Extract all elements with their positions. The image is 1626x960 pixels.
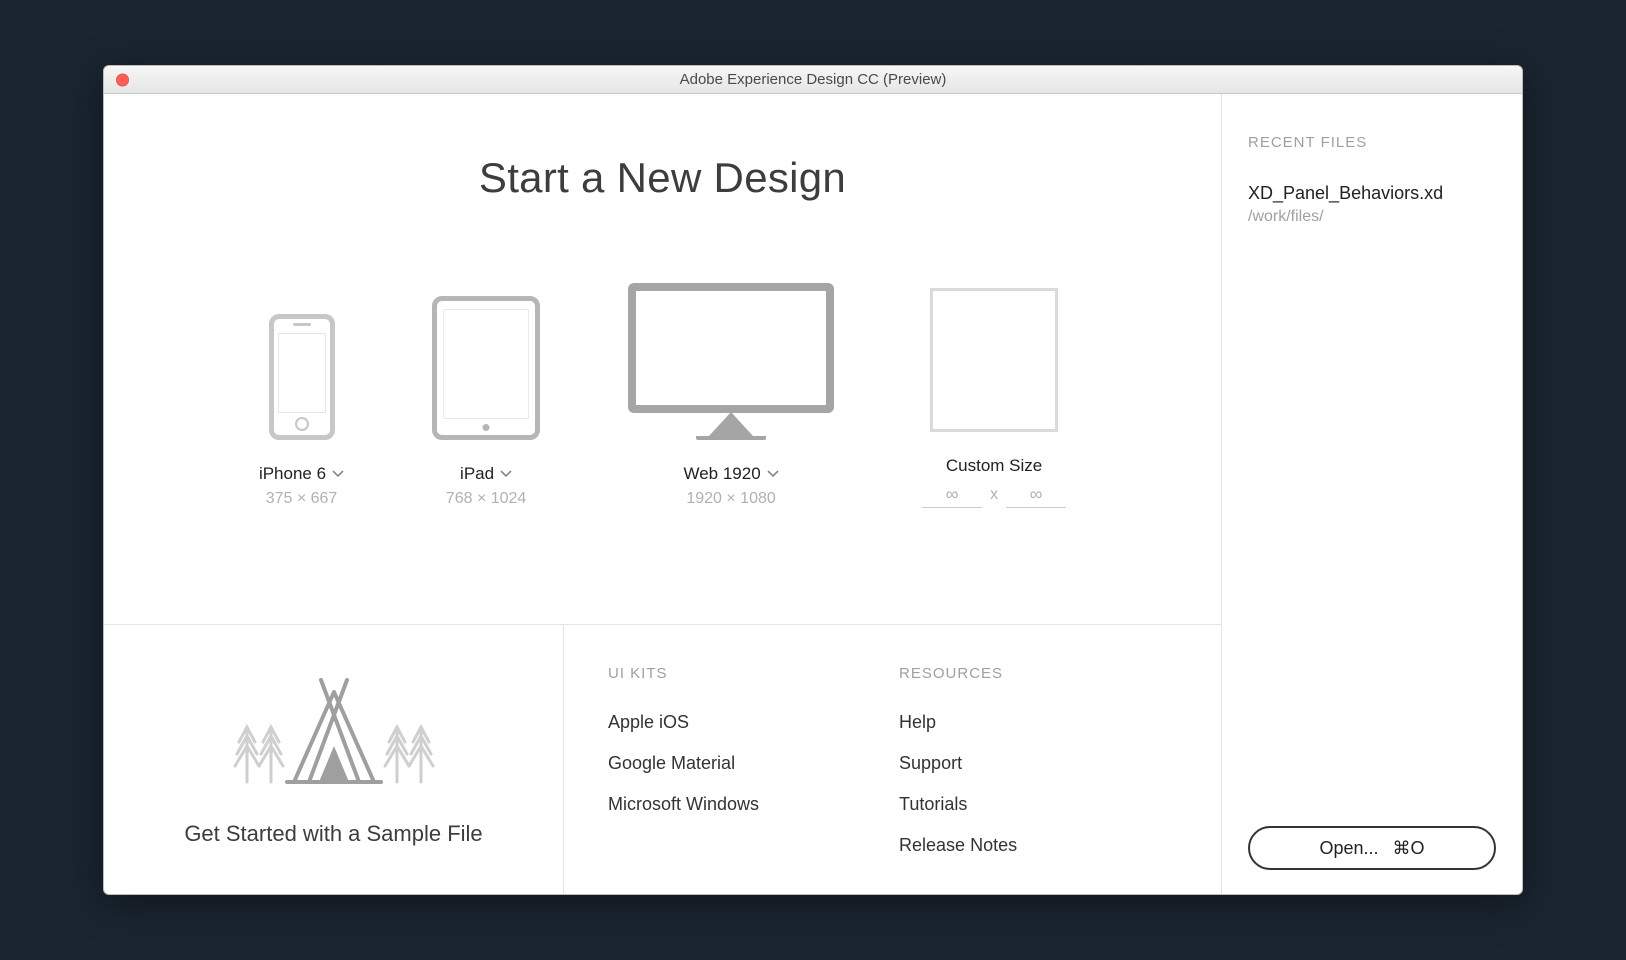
resources-column: RESOURCES Help Support Tutorials Release… xyxy=(899,665,1017,894)
template-iphone[interactable]: iPhone 6 375 × 667 xyxy=(259,280,344,508)
custom-size-inputs: x xyxy=(922,482,1066,508)
ui-kits-column: UI KITS Apple iOS Google Material Micros… xyxy=(608,665,759,894)
template-label: Web 1920 xyxy=(683,464,778,484)
resource-link-support[interactable]: Support xyxy=(899,753,1017,774)
main-panel: Start a New Design iPhone 6 375 × 667 xyxy=(104,94,1222,894)
resource-link-release-notes[interactable]: Release Notes xyxy=(899,835,1017,856)
custom-height-input[interactable] xyxy=(1006,482,1066,508)
resource-link-tutorials[interactable]: Tutorials xyxy=(899,794,1017,815)
open-button[interactable]: Open... ⌘O xyxy=(1248,826,1496,870)
template-dimension: 375 × 667 xyxy=(266,490,338,508)
resource-link-help[interactable]: Help xyxy=(899,712,1017,733)
recent-files-heading: RECENT FILES xyxy=(1248,134,1496,151)
template-label: Custom Size xyxy=(946,456,1042,476)
window-traffic-lights xyxy=(116,73,129,86)
template-label-text: iPad xyxy=(460,464,494,484)
iphone-icon xyxy=(269,280,335,440)
resources-heading: RESOURCES xyxy=(899,665,1017,682)
chevron-down-icon[interactable] xyxy=(500,470,512,478)
uikit-link-apple[interactable]: Apple iOS xyxy=(608,712,759,733)
template-label-text: iPhone 6 xyxy=(259,464,326,484)
template-label-text: Custom Size xyxy=(946,456,1042,476)
new-design-section: Start a New Design iPhone 6 375 × 667 xyxy=(104,94,1221,624)
ipad-icon xyxy=(432,280,540,440)
sample-file-label: Get Started with a Sample File xyxy=(184,821,482,847)
window-titlebar: Adobe Experience Design CC (Preview) xyxy=(104,66,1522,94)
monitor-icon xyxy=(628,280,834,440)
chevron-down-icon[interactable] xyxy=(767,470,779,478)
open-button-shortcut: ⌘O xyxy=(1393,838,1425,859)
links-section: UI KITS Apple iOS Google Material Micros… xyxy=(564,625,1221,894)
template-custom[interactable]: Custom Size x xyxy=(922,272,1066,508)
close-window-button[interactable] xyxy=(116,73,129,86)
template-label-text: Web 1920 xyxy=(683,464,760,484)
template-grid: iPhone 6 375 × 667 iPad xyxy=(259,272,1066,508)
recent-file-name: XD_Panel_Behaviors.xd xyxy=(1248,183,1496,204)
template-dimension: 768 × 1024 xyxy=(446,490,527,508)
custom-rect-icon xyxy=(930,272,1058,432)
template-label: iPad xyxy=(460,464,512,484)
recent-files-sidebar: RECENT FILES XD_Panel_Behaviors.xd /work… xyxy=(1222,94,1522,894)
hero-heading: Start a New Design xyxy=(479,154,846,202)
uikit-link-google[interactable]: Google Material xyxy=(608,753,759,774)
sample-file-button[interactable]: Get Started with a Sample File xyxy=(104,625,564,894)
custom-size-separator: x xyxy=(990,486,998,504)
content-area: Start a New Design iPhone 6 375 × 667 xyxy=(104,94,1522,894)
window-title: Adobe Experience Design CC (Preview) xyxy=(680,71,947,88)
app-window: Adobe Experience Design CC (Preview) Sta… xyxy=(103,65,1523,895)
open-button-label: Open... xyxy=(1319,838,1378,859)
recent-file-path: /work/files/ xyxy=(1248,208,1496,226)
ui-kits-heading: UI KITS xyxy=(608,665,759,682)
lower-panel: Get Started with a Sample File UI KITS A… xyxy=(104,624,1221,894)
tent-trees-icon xyxy=(229,672,439,797)
chevron-down-icon[interactable] xyxy=(332,470,344,478)
custom-width-input[interactable] xyxy=(922,482,982,508)
uikit-link-microsoft[interactable]: Microsoft Windows xyxy=(608,794,759,815)
recent-file-item[interactable]: XD_Panel_Behaviors.xd /work/files/ xyxy=(1248,183,1496,226)
template-ipad[interactable]: iPad 768 × 1024 xyxy=(432,280,540,508)
template-label: iPhone 6 xyxy=(259,464,344,484)
template-dimension: 1920 × 1080 xyxy=(686,490,775,508)
template-web[interactable]: Web 1920 1920 × 1080 xyxy=(628,280,834,508)
